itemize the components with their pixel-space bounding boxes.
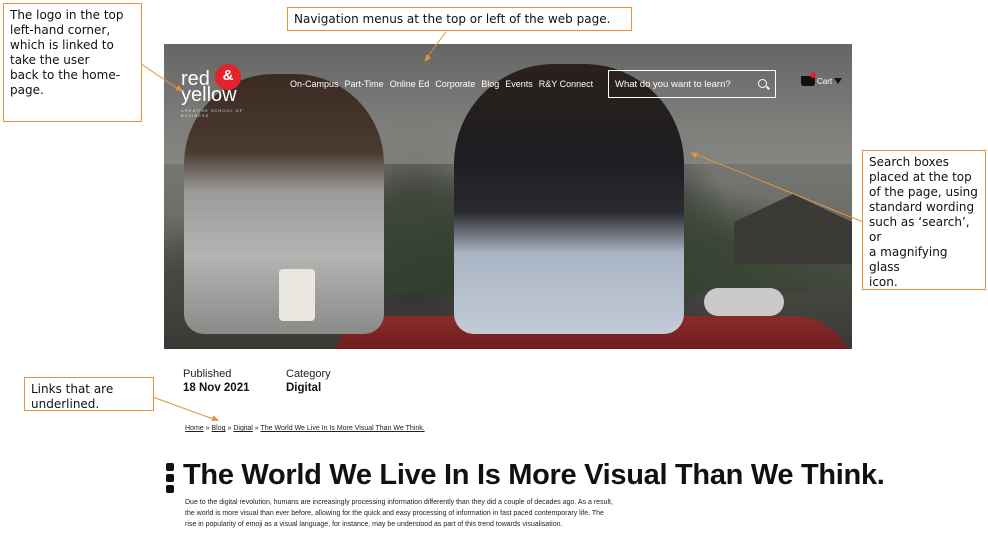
body-line: Due to the digital revolution, humans ar… xyxy=(185,499,613,506)
callout-search-line: placed at the top xyxy=(869,170,972,184)
nav-item-ry-connect[interactable]: R&Y Connect xyxy=(539,79,593,89)
nav-item-blog[interactable]: Blog xyxy=(481,79,499,89)
category-label: Category xyxy=(286,368,331,380)
breadcrumb-blog[interactable]: Blog xyxy=(212,425,226,432)
cart-badge xyxy=(810,72,816,78)
breadcrumb-separator: » xyxy=(227,425,232,432)
nav-item-events[interactable]: Events xyxy=(505,79,533,89)
cart-label: Cart xyxy=(817,76,833,86)
callout-navigation: Navigation menus at the top or left of t… xyxy=(287,7,632,31)
article-intro: Due to the digital revolution, humans ar… xyxy=(185,497,745,530)
callout-logo-line: take the user xyxy=(10,53,90,67)
share-icon[interactable] xyxy=(166,485,174,493)
search-input[interactable]: What do you want to learn? xyxy=(615,79,758,90)
callout-search-line: a magnifying glass xyxy=(869,245,948,274)
main-navigation: On-Campus Part-Time Online Ed Corporate … xyxy=(290,76,593,92)
callout-logo-line: back to the home- xyxy=(10,68,121,82)
coffee-cup xyxy=(279,269,315,321)
basket-icon xyxy=(801,72,816,86)
share-bar xyxy=(166,463,175,493)
callout-logo-line: left-hand corner, xyxy=(10,23,111,37)
breadcrumb: Home » Blog » Digital » The World We Liv… xyxy=(185,425,425,432)
site-logo[interactable]: red & yellow CREATIVE SCHOOL OF BUSINESS xyxy=(181,64,245,118)
body-line: the world is more visual than ever befor… xyxy=(185,510,604,517)
search-box[interactable]: What do you want to learn? xyxy=(608,70,776,98)
published-meta: Published 18 Nov 2021 xyxy=(183,367,250,395)
breadcrumb-current[interactable]: The World We Live In Is More Visual Than… xyxy=(260,425,424,432)
nav-item-part-time[interactable]: Part-Time xyxy=(345,79,384,89)
published-date: 18 Nov 2021 xyxy=(183,382,250,394)
callout-links-line: Links that are xyxy=(31,382,114,396)
cart-button[interactable]: Cart xyxy=(801,72,843,86)
nav-item-online-ed[interactable]: Online Ed xyxy=(390,79,430,89)
sneaker xyxy=(704,288,784,316)
callout-links: Links that are underlined. xyxy=(24,377,154,411)
logo-tagline: CREATIVE SCHOOL OF BUSINESS xyxy=(181,108,244,118)
nav-item-corporate[interactable]: Corporate xyxy=(435,79,475,89)
callout-search-line: such as ‘search’, or xyxy=(869,215,970,244)
callout-search-line: of the page, using xyxy=(869,185,978,199)
arrow-to-breadcrumb xyxy=(153,397,219,422)
category-meta: Category Digital xyxy=(286,367,331,395)
share-icon[interactable] xyxy=(166,463,174,471)
callout-logo: The logo in the top left-hand corner, wh… xyxy=(3,3,142,122)
callout-links-line: underlined. xyxy=(31,397,100,411)
breadcrumb-digital[interactable]: Digital xyxy=(233,425,252,432)
published-label: Published xyxy=(183,368,232,380)
callout-search-line: icon. xyxy=(869,275,898,289)
chevron-down-icon xyxy=(834,78,843,84)
callout-search-line: standard wording xyxy=(869,200,975,214)
callout-logo-line: The logo in the top xyxy=(10,8,124,22)
callout-search-line: Search boxes xyxy=(869,155,949,169)
share-icon[interactable] xyxy=(166,474,174,482)
callout-logo-line: which is linked to xyxy=(10,38,114,52)
body-line: rise in popularity of emoji as a visual … xyxy=(185,521,563,528)
logo-word-yellow: yellow xyxy=(181,84,237,106)
breadcrumb-separator: » xyxy=(205,425,210,432)
nav-item-on-campus[interactable]: On-Campus xyxy=(290,79,339,89)
magnifying-glass-icon[interactable] xyxy=(758,78,769,90)
breadcrumb-home[interactable]: Home xyxy=(185,425,204,432)
woman-right xyxy=(454,64,684,334)
callout-search: Search boxes placed at the top of the pa… xyxy=(862,150,986,290)
callout-logo-line: page. xyxy=(10,83,44,97)
breadcrumb-separator: » xyxy=(254,425,259,432)
article-title: The World We Live In Is More Visual Than… xyxy=(183,459,885,491)
category-value[interactable]: Digital xyxy=(286,381,331,395)
